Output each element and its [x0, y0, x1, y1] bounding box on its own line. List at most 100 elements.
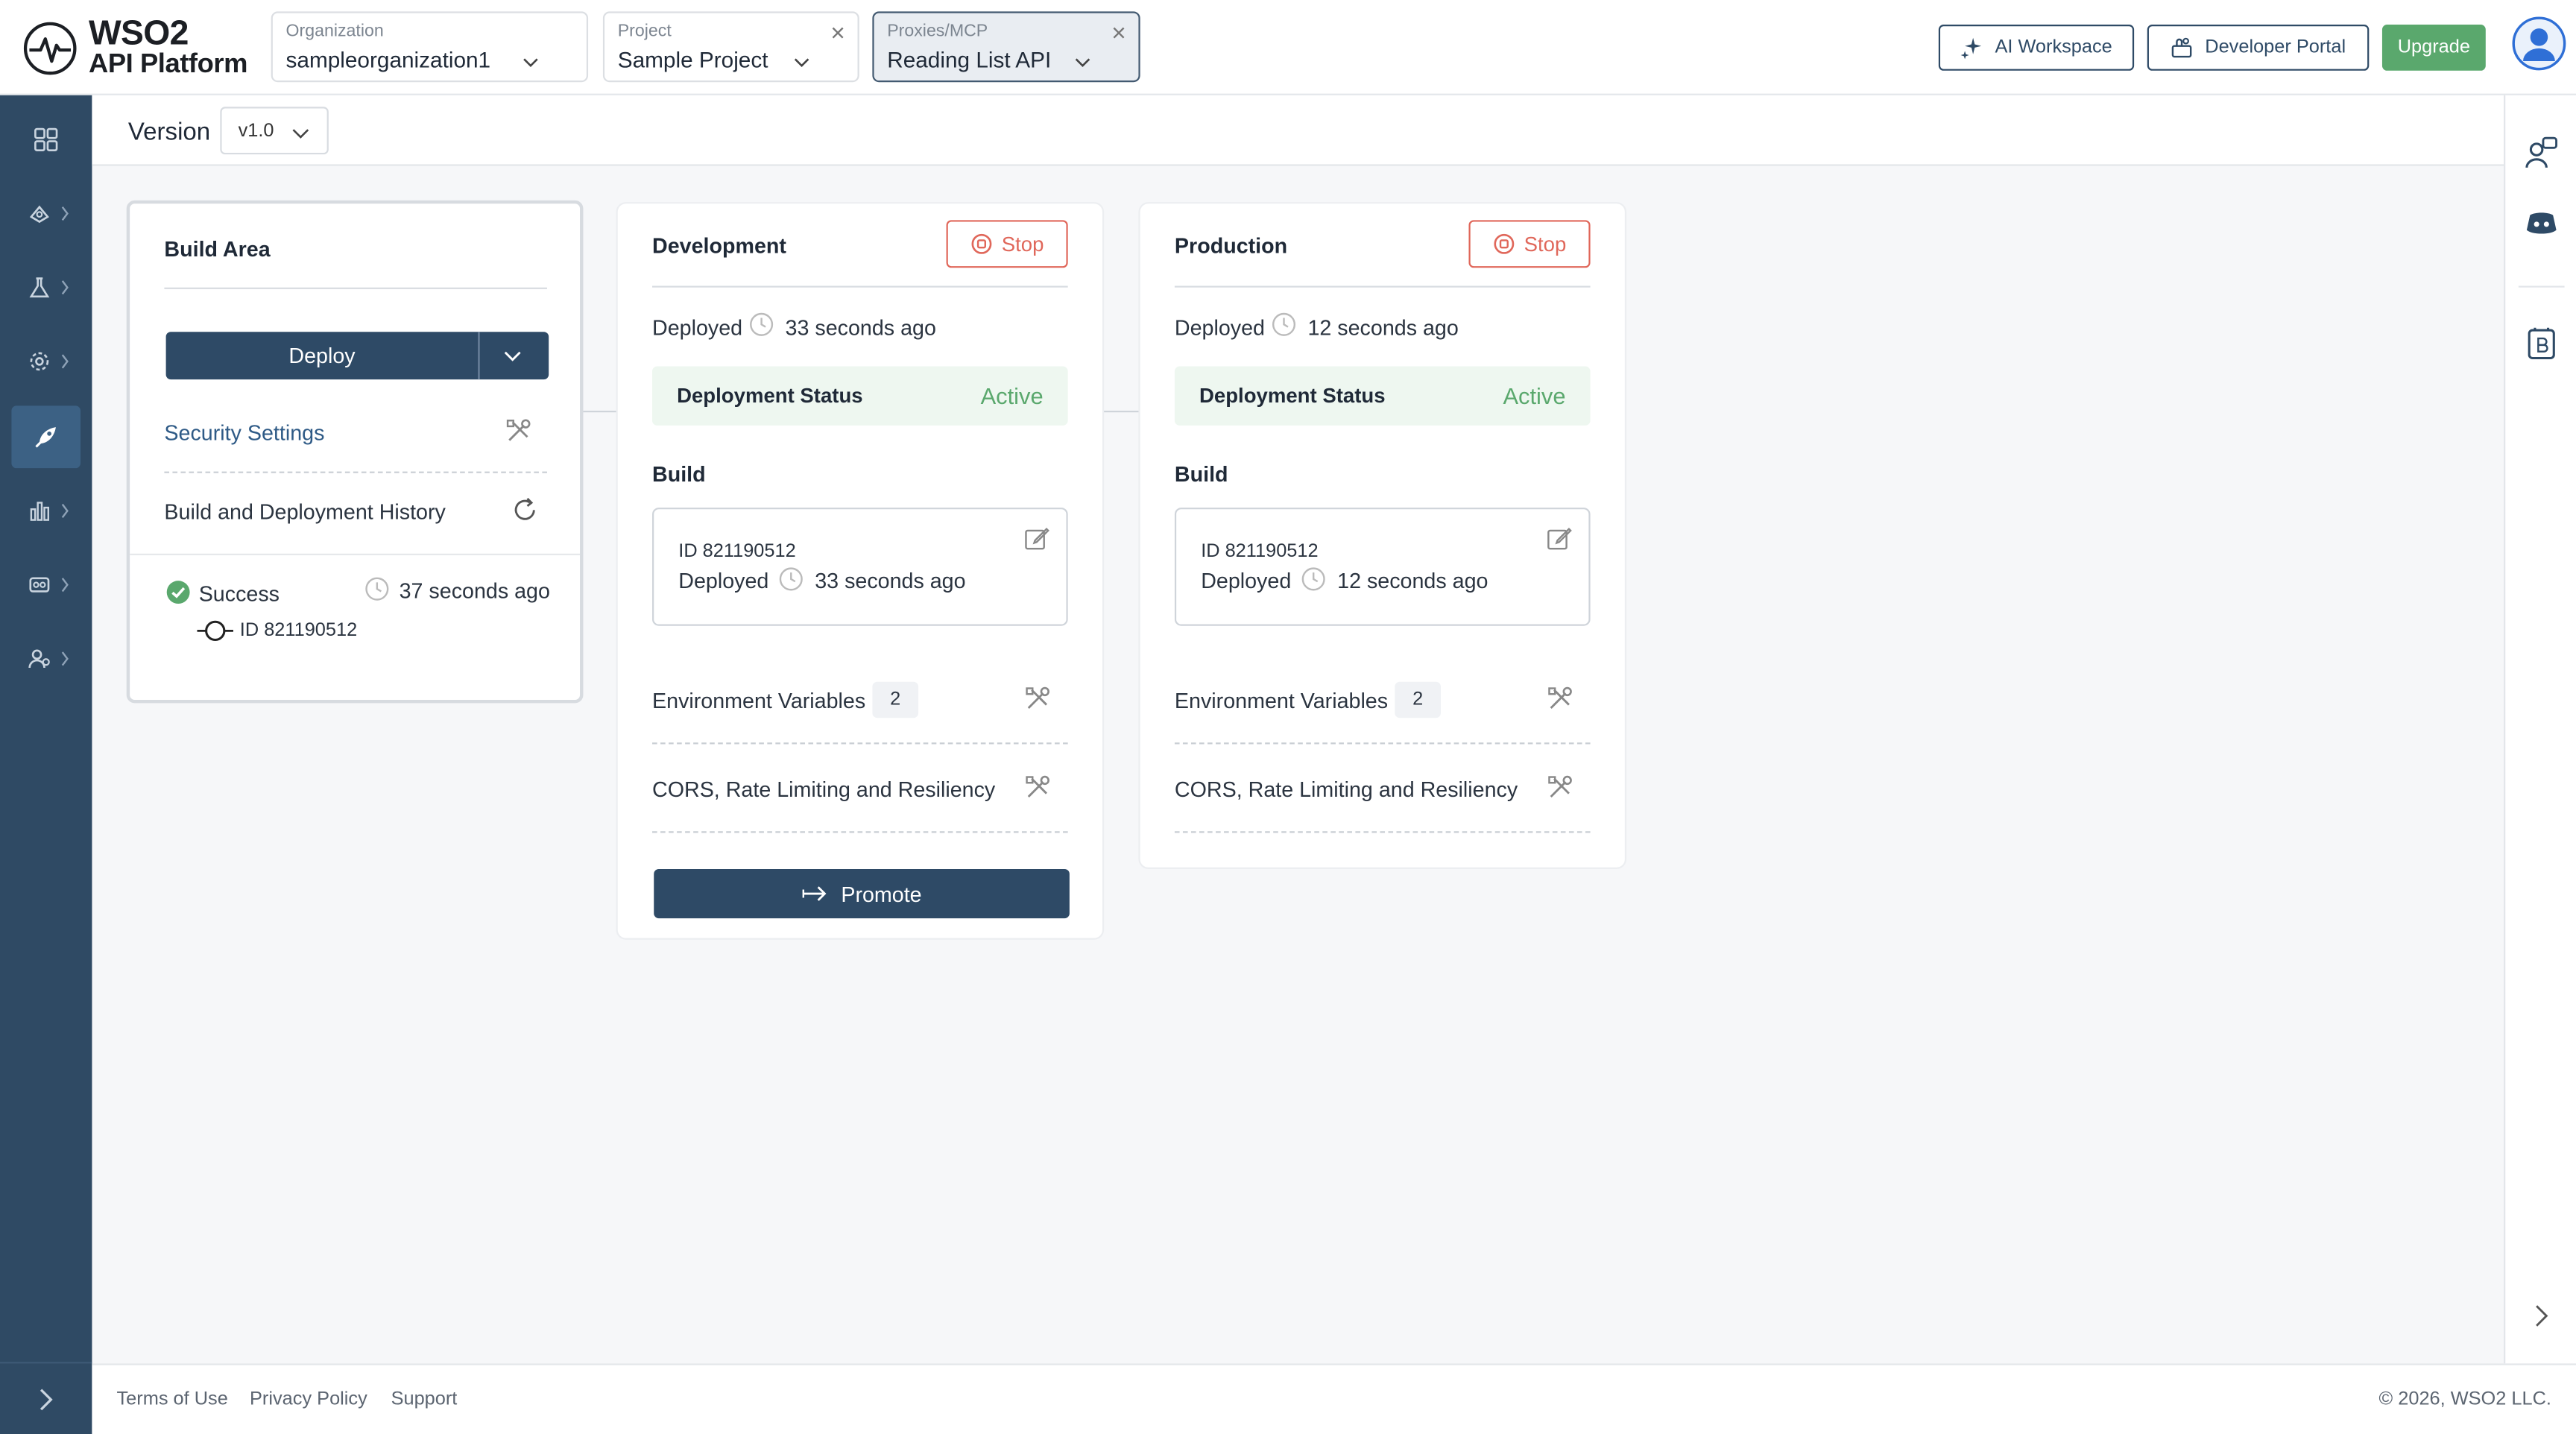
deploy-button[interactable]: Deploy — [165, 332, 549, 380]
build-deployed-time: 12 seconds ago — [1337, 568, 1489, 593]
stop-icon — [1493, 233, 1514, 254]
history-time: 37 seconds ago — [399, 578, 550, 603]
clock-icon — [1301, 567, 1325, 591]
expand-sidebar-button[interactable] — [0, 1362, 92, 1434]
divider — [652, 831, 1068, 833]
divider — [652, 285, 1068, 288]
sidebar-item-manage[interactable] — [11, 555, 80, 614]
commit-icon — [197, 620, 233, 642]
tools-icon[interactable] — [1023, 685, 1051, 713]
stop-button[interactable]: Stop — [946, 220, 1068, 268]
chevron-right-icon — [61, 206, 69, 221]
environment-name: Development — [652, 233, 786, 259]
sidebar-item-analytics[interactable] — [11, 481, 80, 540]
cors-rate-limiting-label: CORS, Rate Limiting and Resiliency — [652, 777, 996, 802]
organization-selector[interactable]: Organization sampleorganization1 — [271, 11, 589, 83]
build-area-title: Build Area — [164, 236, 271, 262]
docs-book-icon[interactable] — [2523, 325, 2559, 361]
edit-icon[interactable] — [1023, 525, 1049, 552]
environment-name: Production — [1174, 233, 1288, 259]
sidebar-item-test[interactable] — [11, 258, 80, 317]
clear-proxy-icon[interactable] — [1109, 23, 1128, 42]
chevron-down-icon — [1075, 58, 1090, 68]
refresh-icon[interactable] — [511, 496, 538, 524]
logo-product-name: API Platform — [89, 49, 247, 79]
build-id: ID 821190512 — [678, 542, 796, 562]
sidebar-item-overview[interactable] — [11, 110, 80, 169]
chevron-right-icon — [61, 651, 69, 666]
wso2-logo[interactable]: WSO2 API Platform — [23, 16, 253, 82]
right-rail — [2504, 95, 2576, 1364]
manage-icon — [29, 577, 50, 593]
clock-icon — [779, 567, 803, 591]
divider — [1174, 831, 1591, 833]
clear-project-icon[interactable] — [828, 23, 847, 42]
version-select[interactable]: v1.0 — [220, 107, 329, 155]
tools-icon[interactable] — [1023, 774, 1051, 801]
divider — [164, 471, 547, 473]
clock-icon — [1272, 312, 1296, 336]
rail-divider — [2518, 285, 2565, 288]
build-id: ID 821190512 — [1201, 542, 1319, 562]
edit-icon[interactable] — [1546, 525, 1572, 552]
copyright-text: © 2026, WSO2 LLC. — [2378, 1389, 2551, 1410]
chevron-down-icon[interactable] — [502, 347, 522, 366]
sidebar-item-settings[interactable] — [11, 332, 80, 391]
user-avatar-icon[interactable] — [2512, 16, 2566, 71]
chevron-down-icon — [292, 129, 309, 139]
support-link[interactable]: Support — [391, 1390, 458, 1409]
project-selector[interactable]: Project Sample Project — [602, 11, 859, 83]
proxy-selector[interactable]: Proxies/MCP Reading List API — [872, 11, 1140, 83]
gear-icon — [30, 352, 49, 371]
chevron-right-icon — [61, 578, 69, 593]
build-deployed-label: Deployed — [1201, 568, 1292, 593]
build-title: Build — [1174, 461, 1228, 487]
page-footer: Terms of Use Privacy Policy Support © 20… — [92, 1363, 2576, 1434]
upgrade-button[interactable]: Upgrade — [2381, 25, 2486, 71]
sidebar-item-deploy[interactable] — [11, 405, 81, 469]
rocket-icon — [35, 427, 56, 448]
version-bar: Version v1.0 — [92, 95, 2504, 166]
chevron-right-icon — [61, 354, 69, 369]
developer-portal-label: Developer Portal — [2205, 37, 2346, 58]
deployed-label: Deployed — [1174, 315, 1266, 341]
security-settings-link[interactable]: Security Settings — [164, 420, 324, 445]
sidebar-item-develop[interactable] — [11, 184, 80, 243]
chevron-right-icon — [61, 503, 69, 519]
chevron-down-icon — [523, 58, 538, 68]
tools-icon[interactable] — [1546, 685, 1573, 713]
project-label: Project — [617, 21, 672, 42]
stop-icon — [970, 233, 991, 254]
developer-portal-button[interactable]: Developer Portal — [2147, 25, 2370, 71]
divider — [130, 553, 581, 555]
support-chat-icon[interactable] — [2523, 135, 2559, 171]
deployment-status-label: Deployment Status — [1199, 384, 1386, 408]
discord-icon[interactable] — [2523, 206, 2559, 241]
pipeline-connector — [1100, 411, 1140, 413]
sparkle-icon — [1961, 37, 1982, 60]
production-environment-card: Production Stop Deployed 12 seconds ago … — [1140, 203, 1625, 868]
stop-button[interactable]: Stop — [1468, 220, 1591, 268]
ai-workspace-label: AI Workspace — [1995, 37, 2112, 58]
sidebar-item-admin[interactable] — [11, 629, 80, 688]
environment-variables-label: Environment Variables — [1174, 688, 1389, 713]
promote-button[interactable]: Promote — [654, 868, 1070, 919]
tools-icon[interactable] — [505, 417, 532, 445]
privacy-policy-link[interactable]: Privacy Policy — [250, 1390, 367, 1409]
arrow-right-icon — [802, 886, 827, 901]
organization-label: Organization — [285, 21, 384, 42]
history-build-id: ID 821190512 — [239, 621, 358, 641]
pipeline-connector — [583, 411, 618, 413]
deployment-status-value: Active — [1503, 382, 1566, 409]
deploy-label: Deploy — [288, 343, 356, 368]
chevron-right-icon — [61, 280, 69, 295]
proxy-value: Reading List API — [887, 47, 1052, 72]
chevron-right-icon[interactable] — [2532, 1303, 2551, 1329]
bar-chart-icon — [30, 502, 50, 521]
deployment-status-value: Active — [980, 382, 1044, 409]
tools-icon[interactable] — [1546, 774, 1573, 801]
ai-workspace-button[interactable]: AI Workspace — [1938, 25, 2135, 71]
divider — [1174, 742, 1591, 745]
terms-of-use-link[interactable]: Terms of Use — [116, 1390, 227, 1409]
grid-icon — [34, 127, 58, 151]
